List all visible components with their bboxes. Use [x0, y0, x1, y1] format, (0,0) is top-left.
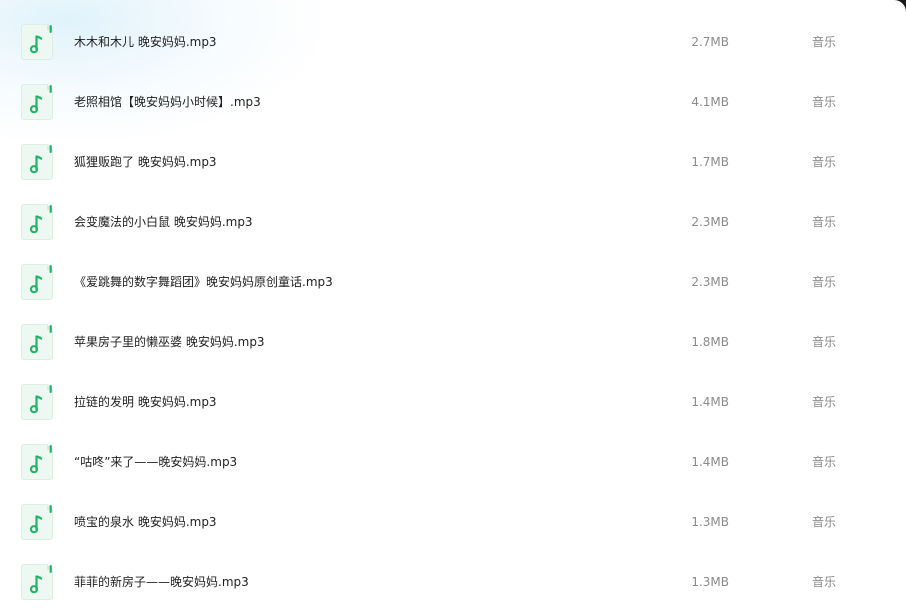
app-window: 木木和木儿 晚安妈妈.mp3 2.7MB 音乐 老照相馆【晚安妈妈小时候】.mp…	[0, 0, 906, 612]
file-name[interactable]: 苹果房子里的懒巫婆 晚安妈妈.mp3	[74, 312, 265, 372]
file-size: 1.8MB	[691, 335, 729, 349]
file-name[interactable]: 狐狸贩跑了 晚安妈妈.mp3	[74, 132, 217, 192]
music-file-icon	[21, 204, 53, 240]
file-row[interactable]: 木木和木儿 晚安妈妈.mp3 2.7MB 音乐	[0, 12, 906, 72]
file-size: 2.3MB	[691, 215, 729, 229]
file-type: 音乐	[812, 335, 837, 349]
music-file-icon	[21, 444, 53, 480]
file-list-panel: 木木和木儿 晚安妈妈.mp3 2.7MB 音乐 老照相馆【晚安妈妈小时候】.mp…	[0, 0, 906, 612]
file-name[interactable]: 老照相馆【晚安妈妈小时候】.mp3	[74, 72, 261, 132]
file-row[interactable]: 菲菲的新房子——晚安妈妈.mp3 1.3MB 音乐	[0, 552, 906, 612]
music-file-icon	[21, 324, 53, 360]
file-name[interactable]: “咕咚”来了——晚安妈妈.mp3	[74, 432, 237, 492]
file-name[interactable]: 菲菲的新房子——晚安妈妈.mp3	[74, 552, 249, 612]
file-name[interactable]: 木木和木儿 晚安妈妈.mp3	[74, 12, 217, 72]
file-row[interactable]: 苹果房子里的懒巫婆 晚安妈妈.mp3 1.8MB 音乐	[0, 312, 906, 372]
file-size: 1.4MB	[691, 455, 729, 469]
file-type: 音乐	[812, 575, 837, 589]
file-row[interactable]: 《爱跳舞的数字舞蹈团》晚安妈妈原创童话.mp3 2.3MB 音乐	[0, 252, 906, 312]
music-file-icon	[21, 144, 53, 180]
file-row[interactable]: 老照相馆【晚安妈妈小时候】.mp3 4.1MB 音乐	[0, 72, 906, 132]
file-size: 2.7MB	[691, 35, 729, 49]
file-size: 1.4MB	[691, 395, 729, 409]
file-size: 1.3MB	[691, 515, 729, 529]
file-type: 音乐	[812, 395, 837, 409]
music-file-icon	[21, 84, 53, 120]
file-size: 1.7MB	[691, 155, 729, 169]
file-type: 音乐	[812, 275, 837, 289]
file-row[interactable]: 喷宝的泉水 晚安妈妈.mp3 1.3MB 音乐	[0, 492, 906, 552]
file-name[interactable]: 会变魔法的小白鼠 晚安妈妈.mp3	[74, 192, 253, 252]
music-file-icon	[21, 564, 53, 600]
file-name[interactable]: 《爱跳舞的数字舞蹈团》晚安妈妈原创童话.mp3	[74, 252, 333, 312]
music-file-icon	[21, 264, 53, 300]
file-row[interactable]: “咕咚”来了——晚安妈妈.mp3 1.4MB 音乐	[0, 432, 906, 492]
file-list: 木木和木儿 晚安妈妈.mp3 2.7MB 音乐 老照相馆【晚安妈妈小时候】.mp…	[0, 12, 906, 612]
file-size: 2.3MB	[691, 275, 729, 289]
file-type: 音乐	[812, 215, 837, 229]
file-name[interactable]: 喷宝的泉水 晚安妈妈.mp3	[74, 492, 217, 552]
file-type: 音乐	[812, 155, 837, 169]
file-size: 1.3MB	[691, 575, 729, 589]
file-type: 音乐	[812, 455, 837, 469]
file-type: 音乐	[812, 95, 837, 109]
file-size: 4.1MB	[691, 95, 729, 109]
file-row[interactable]: 会变魔法的小白鼠 晚安妈妈.mp3 2.3MB 音乐	[0, 192, 906, 252]
file-row[interactable]: 拉链的发明 晚安妈妈.mp3 1.4MB 音乐	[0, 372, 906, 432]
file-row[interactable]: 狐狸贩跑了 晚安妈妈.mp3 1.7MB 音乐	[0, 132, 906, 192]
file-name[interactable]: 拉链的发明 晚安妈妈.mp3	[74, 372, 217, 432]
music-file-icon	[21, 24, 53, 60]
music-file-icon	[21, 384, 53, 420]
file-type: 音乐	[812, 515, 837, 529]
file-type: 音乐	[812, 35, 837, 49]
music-file-icon	[21, 504, 53, 540]
